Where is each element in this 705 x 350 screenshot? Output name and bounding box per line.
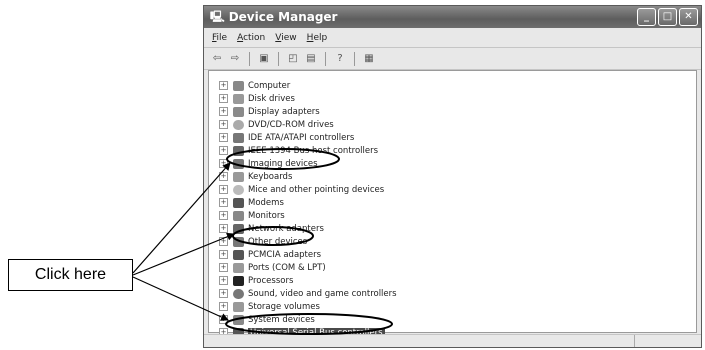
annotation-overlay — [132, 148, 393, 335]
arrow-to-other-devices — [132, 232, 235, 276]
click-here-callout: Click here — [8, 259, 133, 291]
highlight-ellipse-other-devices — [232, 226, 314, 246]
arrow-to-usb — [132, 276, 229, 321]
callout-label: Click here — [34, 266, 107, 283]
arrow-to-imaging — [132, 162, 231, 274]
highlight-ellipse-usb — [225, 313, 393, 335]
highlight-ellipse-imaging — [226, 148, 340, 170]
